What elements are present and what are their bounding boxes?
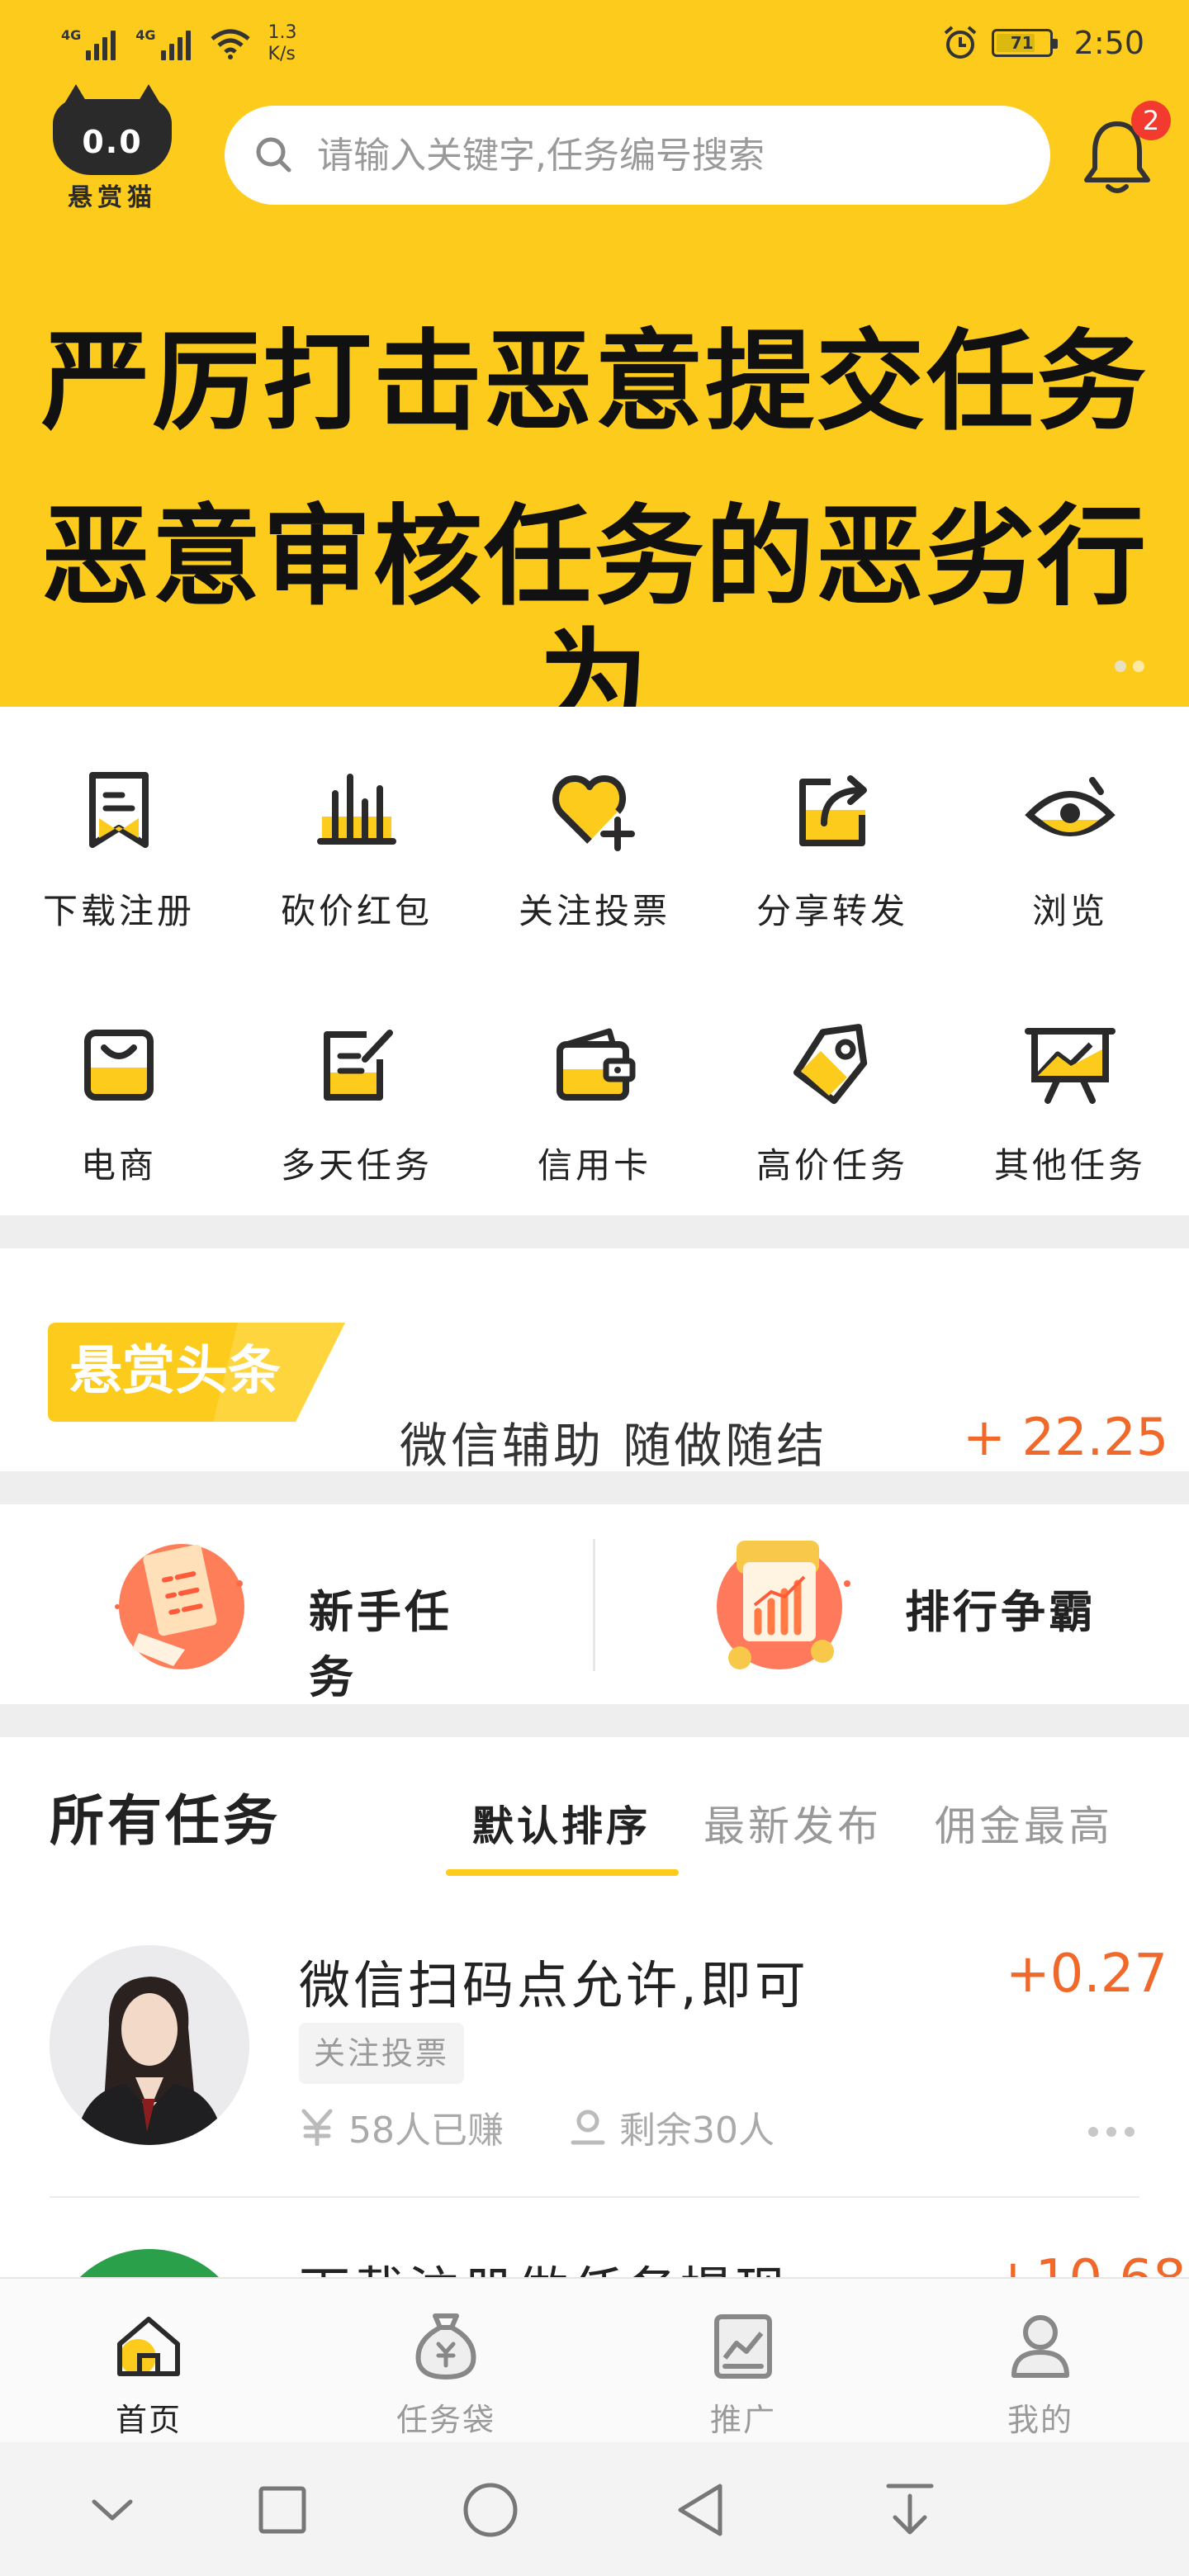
ranking-icon — [717, 1541, 850, 1669]
task-earned: 58人已赚 — [299, 2100, 504, 2153]
status-bar-left: 4G 4G 1.3 K/s — [61, 15, 297, 73]
category-high-price-task[interactable]: 高价任务 — [713, 961, 951, 1209]
alarm-icon — [944, 26, 976, 59]
chevron-down-icon[interactable] — [79, 2477, 145, 2543]
tab-task-bag[interactable]: 任务袋 — [297, 2279, 594, 2444]
price-tag-icon — [787, 1019, 878, 1110]
newbie-task-icon — [115, 1544, 244, 1669]
task-category-tag: 关注投票 — [299, 2023, 465, 2084]
section-divider — [0, 1215, 1189, 1248]
section-title: 所有任务 — [50, 1789, 281, 1853]
headline-amount: + 22.25 — [963, 1407, 1169, 1467]
banner-pagination — [1115, 661, 1144, 672]
task-remaining: 剩余30人 — [570, 2100, 775, 2153]
quick-links: 新手任务 排行争霸 — [0, 1504, 1189, 1704]
category-grid: 下载注册 砍价红包 关注投票 分享转发 浏览 电商 多天任务 信用卡 高价任务 … — [0, 707, 1189, 1215]
category-bargain-redpacket[interactable]: 砍价红包 — [238, 707, 476, 954]
promote-chart-icon — [706, 2308, 780, 2383]
task-list-section: 所有任务 默认排序 最新发布 佣金最高 微信扫码点允许,即可 +0.27 关注投… — [0, 1737, 1189, 2449]
category-ecommerce[interactable]: 电商 — [0, 961, 238, 1209]
category-other-task[interactable]: 其他任务 — [951, 961, 1189, 1209]
user-icon — [1003, 2308, 1078, 2383]
category-multiday-task[interactable]: 多天任务 — [238, 961, 476, 1209]
headline-text: 微信辅助 随做随结 — [400, 1418, 828, 1474]
category-follow-vote[interactable]: 关注投票 — [476, 707, 713, 954]
headline-ticker[interactable]: 悬赏头条 微信辅助 随做随结 + 22.25 — [0, 1248, 1189, 1474]
quick-links-divider — [593, 1539, 595, 1671]
home-circle-icon[interactable] — [457, 2477, 523, 2543]
search-bar[interactable] — [225, 106, 1050, 205]
section-divider — [0, 1471, 1189, 1504]
eye-icon — [1025, 765, 1116, 855]
tab-indicator — [446, 1869, 679, 1876]
edit-note-icon — [311, 1019, 402, 1110]
wallet-icon — [549, 1019, 640, 1110]
money-bag-icon — [409, 2308, 483, 2383]
system-nav-bar — [0, 2442, 1189, 2576]
person-icon — [571, 2110, 605, 2145]
logo-eyes: 0.0 — [82, 124, 143, 160]
signal-icon: 4G — [61, 27, 116, 60]
status-bar-right: 71 2:50 — [942, 18, 1144, 68]
ranking-button[interactable]: 排行争霸 — [702, 1526, 1115, 1683]
task-amount: +0.27 — [1006, 1944, 1168, 2005]
newbie-task-label: 新手任务 — [309, 1586, 452, 1703]
promo-banner[interactable]: 严厉打击恶意提交任务 恶意审核任务的恶劣行为 — [0, 231, 1189, 743]
section-divider — [0, 1704, 1189, 1737]
headline-tag: 悬赏头条 — [48, 1323, 345, 1422]
network-speed: 1.3 K/s — [268, 22, 297, 64]
recents-square-icon[interactable] — [249, 2477, 315, 2543]
battery-icon: 71 — [991, 29, 1058, 57]
tab-mine[interactable]: 我的 — [892, 2279, 1189, 2444]
category-credit-card[interactable]: 信用卡 — [476, 961, 713, 1209]
pagination-dot — [1133, 661, 1144, 672]
app-logo[interactable]: 0.0 悬赏猫 — [53, 84, 172, 215]
avatar — [50, 1945, 249, 2145]
clock: 2:50 — [1073, 25, 1144, 61]
ranking-label: 排行争霸 — [905, 1586, 1097, 1638]
presentation-icon — [1025, 1019, 1116, 1110]
signal-icon: 4G — [135, 27, 191, 60]
tab-highest-commission[interactable]: 佣金最高 — [935, 1793, 1113, 1853]
category-browse[interactable]: 浏览 — [951, 707, 1189, 954]
category-download-register[interactable]: 下载注册 — [0, 707, 238, 954]
notification-pulldown-icon[interactable] — [877, 2477, 943, 2543]
tab-latest[interactable]: 最新发布 — [703, 1793, 882, 1853]
tab-default-sort[interactable]: 默认排序 — [472, 1793, 651, 1853]
headline-tag-text: 悬赏头条 — [69, 1341, 281, 1402]
yen-icon — [301, 2109, 333, 2146]
banner-line-2: 恶意审核任务的恶劣行为 — [41, 494, 1148, 745]
search-input[interactable] — [317, 134, 994, 177]
share-icon — [787, 765, 878, 855]
banner-line-1: 严厉打击恶意提交任务 — [41, 319, 1148, 446]
more-icon[interactable] — [1088, 2127, 1135, 2137]
search-icon — [256, 137, 291, 173]
notification-badge: 2 — [1131, 101, 1171, 140]
back-triangle-icon[interactable] — [667, 2477, 733, 2543]
shopping-bag-icon — [73, 1019, 164, 1110]
task-title: 微信扫码点允许,即可 — [299, 1955, 809, 2015]
heart-plus-icon — [549, 765, 640, 855]
newbie-task-button[interactable]: 新手任务 — [107, 1526, 495, 1703]
wifi-icon — [210, 29, 250, 59]
bookmark-list-icon — [73, 765, 164, 855]
pagination-dot — [1115, 661, 1126, 672]
home-icon — [111, 2308, 186, 2383]
logo-text: 悬赏猫 — [68, 183, 157, 212]
tab-promote[interactable]: 推广 — [594, 2279, 892, 2444]
bar-chart-icon — [311, 765, 402, 855]
category-share-forward[interactable]: 分享转发 — [713, 707, 951, 954]
tab-home[interactable]: 首页 — [0, 2279, 297, 2444]
row-divider — [50, 2196, 1139, 2198]
bottom-tab-bar: 首页 任务袋 推广 我的 — [0, 2277, 1189, 2442]
